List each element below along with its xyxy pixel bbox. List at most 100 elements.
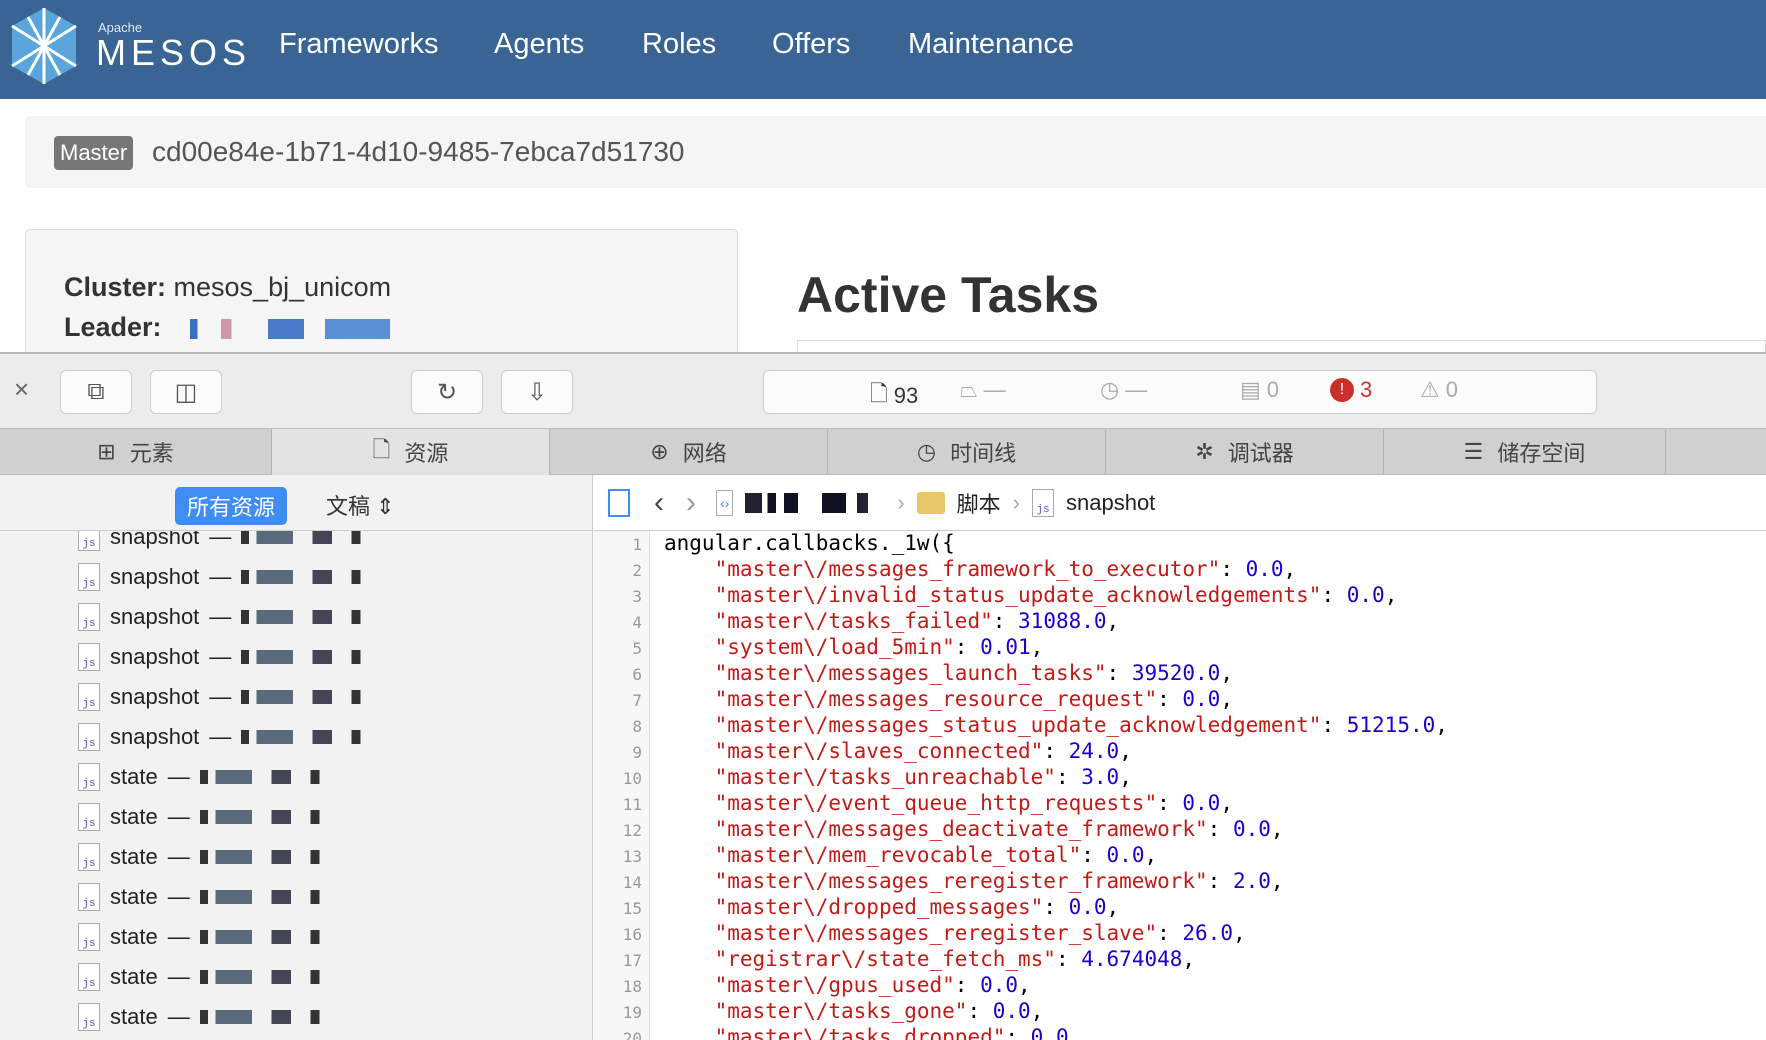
redacted-host <box>199 970 330 984</box>
updown-chevron-icon: ⇕ <box>376 494 395 519</box>
download-button[interactable]: ⇩ <box>501 370 573 414</box>
line-number: 8 <box>632 717 642 736</box>
tab-elements[interactable]: ⊞ 元素 <box>0 429 272 475</box>
log-count-value: 0 <box>1266 377 1280 402</box>
json-key: "master\/mem_revocable_total" <box>714 843 1082 867</box>
resource-list-item[interactable]: js snapshot — <box>78 677 372 717</box>
nav-maintenance[interactable]: Maintenance <box>908 28 1074 61</box>
tab-storage[interactable]: ☰ 储存空间 <box>1384 429 1666 475</box>
json-value: 0.0 <box>1106 843 1145 867</box>
warning-count[interactable]: ⚠ 0 <box>1420 377 1458 403</box>
download-icon: ⇩ <box>526 378 548 406</box>
tab-label: 调试器 <box>1227 441 1294 466</box>
resource-separator: — <box>167 884 190 909</box>
json-value: 3.0 <box>1081 765 1120 789</box>
line-number: 9 <box>632 743 642 762</box>
dock-side-button[interactable]: ◫ <box>150 370 222 414</box>
code-line: "master\/messages_framework_to_executor"… <box>714 557 1297 581</box>
load-time[interactable]: ◷ — <box>1100 377 1147 403</box>
resource-list-item[interactable]: js state — <box>78 837 330 877</box>
close-inspector-icon[interactable]: × <box>14 374 29 405</box>
tab-debugger[interactable]: ✲ 调试器 <box>1106 429 1384 475</box>
line-number: 2 <box>632 561 642 580</box>
nav-roles[interactable]: Roles <box>642 28 716 61</box>
code-line: angular.callbacks._1w({ <box>664 531 955 555</box>
resource-list-item[interactable]: js state — <box>78 877 330 917</box>
code-line: "registrar\/state_fetch_ms": 4.674048, <box>714 947 1196 971</box>
resource-list-item[interactable]: js snapshot — <box>78 597 372 637</box>
filter-type-select[interactable]: 文稿 ⇕ <box>326 489 395 521</box>
nav-offers[interactable]: Offers <box>772 28 850 61</box>
json-value: 0.0 <box>1182 791 1221 815</box>
code-line: "master\/tasks_gone": 0.0, <box>714 999 1044 1023</box>
code-line: "master\/gpus_used": 0.0, <box>714 973 1031 997</box>
mesos-logo-icon[interactable] <box>8 6 80 86</box>
redacted-host <box>199 850 330 864</box>
document-icon: 🗋 <box>372 437 391 462</box>
activity-status: 🗋 93 ⏢ — ◷ — ▤ 0 ! 3 ⚠ 0 <box>763 370 1597 414</box>
error-count[interactable]: ! 3 <box>1330 377 1372 403</box>
tab-timeline[interactable]: ◷ 时间线 <box>828 429 1106 475</box>
sidebar-toggle-icon[interactable] <box>608 488 630 517</box>
undock-button[interactable]: ⧉ <box>60 370 132 414</box>
resource-list-item[interactable]: js state — <box>78 917 330 957</box>
json-key: "master\/messages_resource_request" <box>714 687 1158 711</box>
web-inspector: × ⧉ ◫ ↻ ⇩ 🗋 93 ⏢ — ◷ — ▤ 0 ! 3 ⚠ 0 ⊞ 元素 🗋 资源 ⊕ 网络… <box>0 352 1766 1040</box>
line-number: 16 <box>622 925 642 944</box>
json-key: "master\/gpus_used" <box>714 973 955 997</box>
resource-separator: — <box>167 844 190 869</box>
network-size[interactable]: ⏢ — <box>960 377 1006 403</box>
json-key: "master\/messages_reregister_framework" <box>714 869 1208 893</box>
resource-list-item[interactable]: js snapshot — <box>78 637 372 677</box>
json-key: "master\/messages_reregister_slave" <box>714 921 1158 945</box>
json-value: 24.0 <box>1068 739 1120 763</box>
log-count[interactable]: ▤ 0 <box>1240 377 1279 403</box>
clock-icon: ◷ <box>916 439 937 464</box>
js-file-icon: js <box>78 643 100 671</box>
nav-agents[interactable]: Agents <box>494 28 584 61</box>
line-number: 4 <box>632 613 642 632</box>
path-folder[interactable]: 脚本 <box>957 487 1001 519</box>
line-number: 12 <box>622 821 642 840</box>
path-file[interactable]: snapshot <box>1066 490 1155 516</box>
redacted-host <box>241 570 372 584</box>
resource-list-item[interactable]: js state — <box>78 797 330 837</box>
line-number: 13 <box>622 847 642 866</box>
resource-list-item[interactable]: js state — <box>78 957 330 997</box>
split-icon: ◫ <box>174 378 198 406</box>
tab-resources[interactable]: 🗋 资源 <box>272 429 550 475</box>
folder-icon <box>916 491 945 514</box>
code-line: "master\/messages_reregister_slave": 26.… <box>714 921 1246 945</box>
line-number: 5 <box>632 639 642 658</box>
resource-count[interactable]: 🗋 93 <box>870 377 918 415</box>
line-number: 18 <box>622 977 642 996</box>
reload-button[interactable]: ↻ <box>411 370 483 414</box>
resource-name: state <box>110 764 158 789</box>
bug-icon: ✲ <box>1195 439 1214 464</box>
redacted-host <box>241 610 372 624</box>
json-key: "master\/invalid_status_update_acknowled… <box>714 583 1322 607</box>
resource-list-item[interactable]: js state — <box>78 757 330 797</box>
tab-network[interactable]: ⊕ 网络 <box>550 429 828 475</box>
js-file-icon: js <box>78 803 100 831</box>
filter-all-resources[interactable]: 所有资源 <box>175 487 288 525</box>
line-number: 3 <box>632 587 642 606</box>
forward-icon[interactable]: › <box>686 486 696 520</box>
resource-name: state <box>110 964 158 989</box>
code-area[interactable]: 1 angular.callbacks._1w({2 "master\/messa… <box>594 531 1766 1040</box>
top-navbar: Apache MESOS Frameworks Agents Roles Off… <box>0 0 1766 99</box>
tab-label: 网络 <box>682 441 727 466</box>
html-file-icon: ‹› <box>716 489 734 516</box>
code-line: "master\/mem_revocable_total": 0.0, <box>714 843 1158 867</box>
resource-name: snapshot <box>110 564 200 589</box>
nav-frameworks[interactable]: Frameworks <box>279 28 439 61</box>
json-value: 51215.0 <box>1346 713 1436 737</box>
resource-list-item[interactable]: js snapshot — <box>78 717 372 757</box>
json-key: "master\/messages_status_update_acknowle… <box>714 713 1322 737</box>
resource-list-item[interactable]: js snapshot — <box>78 531 372 557</box>
redacted-host <box>745 492 886 513</box>
code-line: "master\/messages_status_update_acknowle… <box>714 713 1448 737</box>
back-icon[interactable]: ‹ <box>654 486 664 520</box>
resource-list-item[interactable]: js snapshot — <box>78 557 372 597</box>
resource-list-item[interactable]: js state — <box>78 997 330 1037</box>
